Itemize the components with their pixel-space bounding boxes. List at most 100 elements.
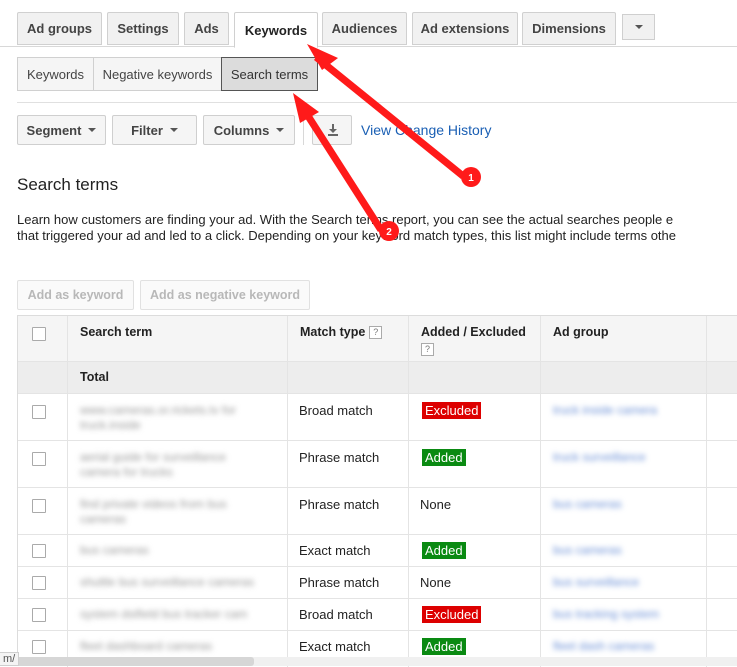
table-row: bus cameras Exact match Added bus camera… — [18, 535, 737, 567]
search-term-header-label: Search term — [80, 325, 153, 339]
filter-label: Filter — [131, 122, 163, 138]
page-title: Search terms — [17, 175, 119, 194]
status-badge: Added — [422, 449, 466, 466]
row-checkbox[interactable] — [32, 576, 46, 590]
view-change-history-link[interactable]: View Change History — [361, 122, 491, 138]
chevron-down-icon — [634, 25, 643, 29]
status-badge: Added — [422, 542, 466, 559]
total-cell — [288, 362, 409, 393]
tab-audiences[interactable]: Audiences — [322, 12, 407, 45]
header-select-cell — [18, 316, 68, 361]
ad-group-link[interactable]: truck surveillance — [553, 450, 646, 465]
add-as-keyword-button[interactable]: Add as keyword — [17, 280, 134, 310]
ad-group-header-label: Ad group — [553, 325, 609, 339]
chevron-down-icon — [169, 128, 178, 132]
match-type-text: Exact match — [299, 543, 371, 558]
ad-group-link[interactable]: bus cameras — [553, 543, 622, 558]
marker-1-label: 1 — [468, 173, 474, 184]
filter-button[interactable]: Filter — [112, 115, 197, 145]
tab-ads[interactable]: Ads — [184, 12, 229, 45]
campaign-tab-bar: Ad groups Settings Ads Keywords Audience… — [0, 0, 737, 48]
status-badge: Excluded — [422, 402, 482, 419]
search-term-text: find private videos from bus cameras — [80, 497, 227, 526]
total-cell — [541, 362, 707, 393]
table-row: aerial guide for surveillance camera for… — [18, 441, 737, 488]
row-checkbox[interactable] — [32, 608, 46, 622]
table-total-row: Total — [18, 362, 737, 394]
row-checkbox[interactable] — [32, 640, 46, 654]
total-label: Total — [80, 370, 109, 384]
table-row: find private videos from bus cameras Phr… — [18, 488, 737, 535]
match-type-text: Phrase match — [299, 497, 380, 512]
tab-settings[interactable]: Settings — [107, 12, 179, 45]
search-term-text: shuttle bus surveillance cameras — [80, 575, 255, 589]
table-row: shuttle bus surveillance cameras Phrase … — [18, 567, 737, 599]
status-text: None — [420, 575, 452, 590]
ad-group-link[interactable]: fleet dash cameras — [553, 639, 654, 654]
added-excluded-header-label: Added / Excluded — [421, 325, 526, 339]
ad-group-link[interactable]: bus tracking system — [553, 607, 659, 622]
subtab-negative-keywords[interactable]: Negative keywords — [93, 57, 222, 91]
row-checkbox[interactable] — [32, 452, 46, 466]
ad-group-link[interactable]: bus cameras — [553, 497, 622, 512]
status-badge: Added — [422, 638, 466, 655]
match-type-text: Broad match — [299, 607, 373, 622]
status-badge: Excluded — [422, 606, 482, 623]
tab-ad-extensions[interactable]: Ad extensions — [412, 12, 518, 45]
tab-keywords[interactable]: Keywords — [234, 12, 318, 48]
match-type-header-label: Match type — [300, 325, 366, 339]
horizontal-scrollbar[interactable] — [0, 657, 737, 666]
scrollbar-thumb[interactable] — [4, 657, 254, 666]
total-cell — [409, 362, 541, 393]
tab-dimensions[interactable]: Dimensions — [522, 12, 616, 45]
search-term-text: www.cameras.or.rickets.tv for truck.insi… — [80, 403, 237, 432]
search-term-text: fleet dashboard cameras — [80, 639, 213, 653]
table-header-row: Search term Match type? Added / Excluded… — [18, 316, 737, 362]
segment-button[interactable]: Segment — [17, 115, 106, 145]
status-text: None — [420, 497, 452, 512]
select-all-checkbox[interactable] — [32, 327, 46, 341]
search-term-text: bus cameras — [80, 543, 149, 557]
help-icon[interactable]: ? — [421, 343, 434, 356]
report-description: Learn how customers are finding your ad.… — [17, 212, 737, 244]
annotation-arrow-1 — [307, 44, 465, 179]
header-search-term[interactable]: Search term — [68, 316, 288, 361]
match-type-text: Broad match — [299, 403, 373, 418]
columns-label: Columns — [213, 122, 270, 138]
header-added-excluded[interactable]: Added / Excluded? — [409, 316, 541, 361]
match-type-text: Phrase match — [299, 450, 380, 465]
match-type-text: Exact match — [299, 639, 371, 654]
annotation-marker-1: 1 — [461, 167, 481, 187]
header-match-type[interactable]: Match type? — [288, 316, 409, 361]
total-label-cell: Total — [68, 362, 288, 393]
chevron-down-icon — [88, 128, 97, 132]
status-url: m/ — [0, 652, 20, 666]
search-term-text: system dsifield bus tracker cam — [80, 607, 248, 621]
add-as-negative-keyword-button[interactable]: Add as negative keyword — [140, 280, 310, 310]
match-type-text: Phrase match — [299, 575, 380, 590]
download-icon — [328, 124, 338, 136]
chevron-down-icon — [276, 128, 285, 132]
tab-ad-groups[interactable]: Ad groups — [17, 12, 102, 45]
row-checkbox[interactable] — [32, 499, 46, 513]
more-tabs-button[interactable] — [622, 14, 655, 40]
subtab-keywords[interactable]: Keywords — [17, 57, 94, 91]
download-button[interactable] — [312, 115, 352, 145]
ad-group-link[interactable]: bus surveillance — [553, 575, 639, 590]
total-select-cell — [18, 362, 68, 393]
row-checkbox[interactable] — [32, 405, 46, 419]
table-row: www.cameras.or.rickets.tv for truck.insi… — [18, 394, 737, 441]
divider — [17, 102, 737, 103]
description-line-1: Learn how customers are finding your ad.… — [17, 212, 674, 227]
segment-label: Segment — [26, 122, 82, 138]
toolbar-divider — [303, 115, 304, 145]
header-ad-group[interactable]: Ad group — [541, 316, 707, 361]
help-icon[interactable]: ? — [369, 326, 383, 340]
subtab-search-terms[interactable]: Search terms — [221, 57, 318, 91]
search-terms-table: Search term Match type? Added / Excluded… — [17, 315, 737, 667]
columns-button[interactable]: Columns — [203, 115, 295, 145]
table-row: system dsifield bus tracker cam Broad ma… — [18, 599, 737, 631]
ad-group-link[interactable]: truck inside camera — [553, 403, 657, 418]
row-checkbox[interactable] — [32, 544, 46, 558]
description-line-2: that triggered your ad and led to a clic… — [17, 228, 677, 243]
